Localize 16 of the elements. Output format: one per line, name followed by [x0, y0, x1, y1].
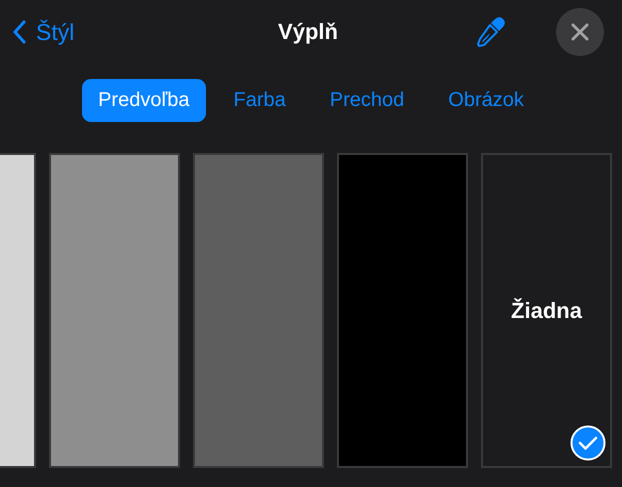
- chevron-left-icon: [12, 20, 26, 44]
- eyedropper-button[interactable]: [474, 16, 506, 48]
- eyedropper-icon: [474, 16, 506, 48]
- panel-title: Výplň: [278, 19, 338, 45]
- fill-tab[interactable]: Obrázok: [432, 78, 540, 122]
- color-swatch[interactable]: [337, 153, 468, 468]
- swatch-label: Žiadna: [511, 298, 582, 324]
- fill-tab[interactable]: Prechod: [314, 78, 420, 122]
- back-button[interactable]: Štýl: [12, 18, 278, 46]
- color-swatch[interactable]: [49, 153, 180, 468]
- no-fill-swatch[interactable]: Žiadna: [481, 153, 612, 468]
- close-icon: [571, 23, 589, 41]
- fill-tab[interactable]: Farba: [218, 78, 302, 122]
- fill-tab[interactable]: Predvoľba: [82, 78, 206, 122]
- close-button[interactable]: [556, 8, 604, 56]
- color-swatch[interactable]: [193, 153, 324, 468]
